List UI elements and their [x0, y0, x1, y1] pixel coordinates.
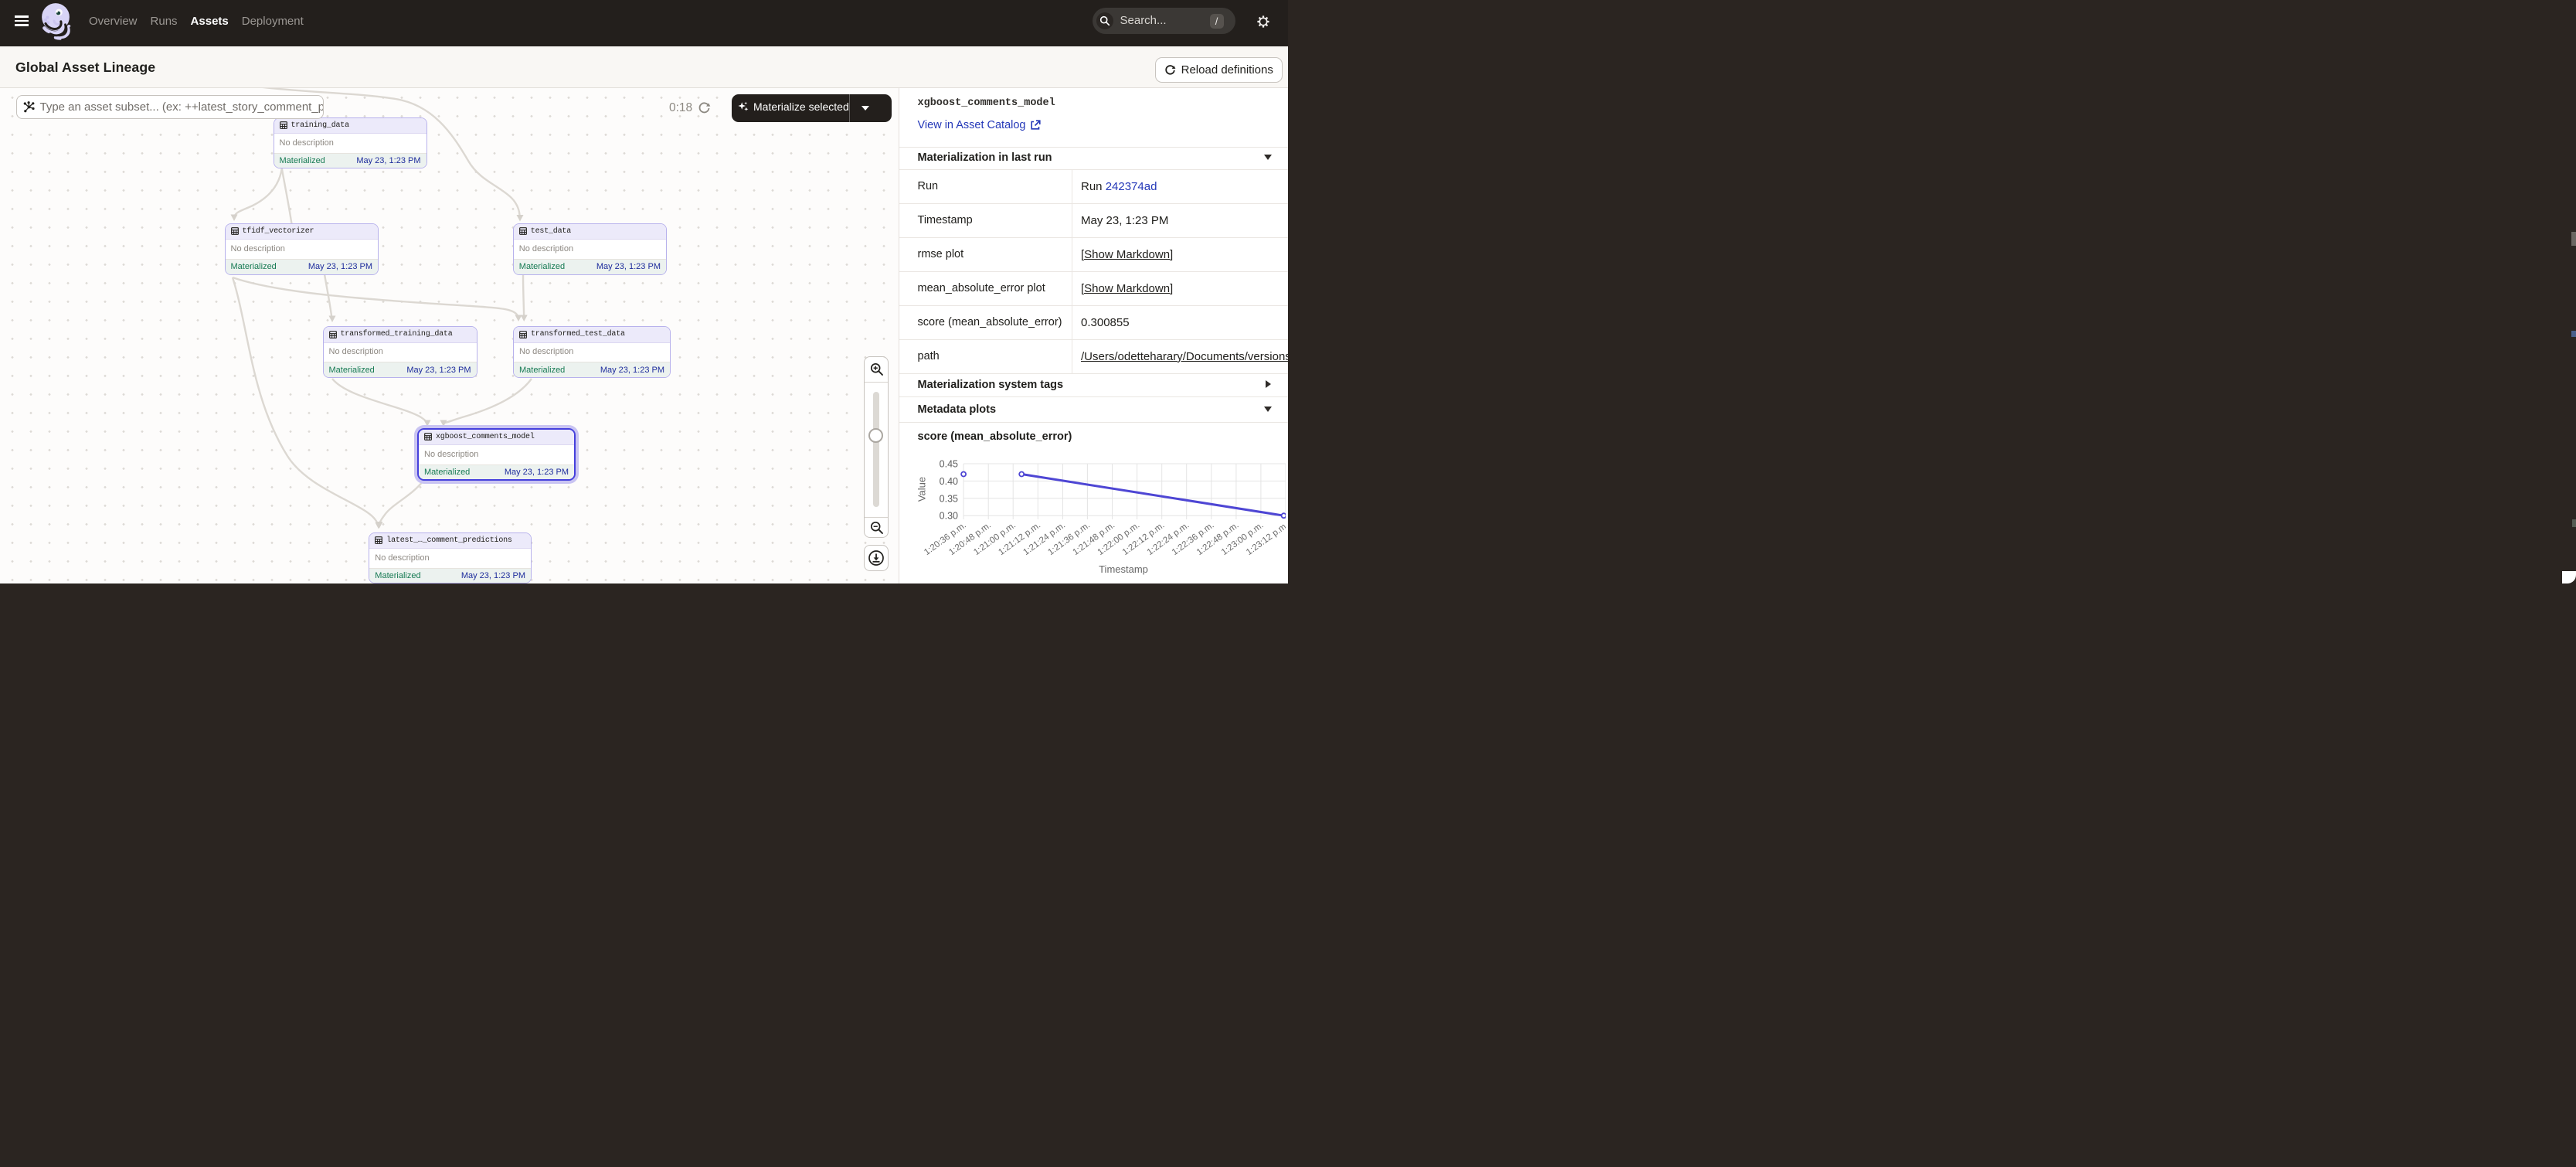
svg-text:0.30: 0.30 [940, 511, 958, 522]
svg-text:0.35: 0.35 [940, 493, 958, 504]
svg-text:0.40: 0.40 [940, 476, 958, 487]
svg-text:1:23:12 p.m.: 1:23:12 p.m. [1245, 521, 1286, 557]
svg-text:Timestamp: Timestamp [1099, 563, 1148, 575]
svg-text:0.45: 0.45 [940, 459, 958, 470]
svg-text:Value: Value [916, 477, 928, 502]
